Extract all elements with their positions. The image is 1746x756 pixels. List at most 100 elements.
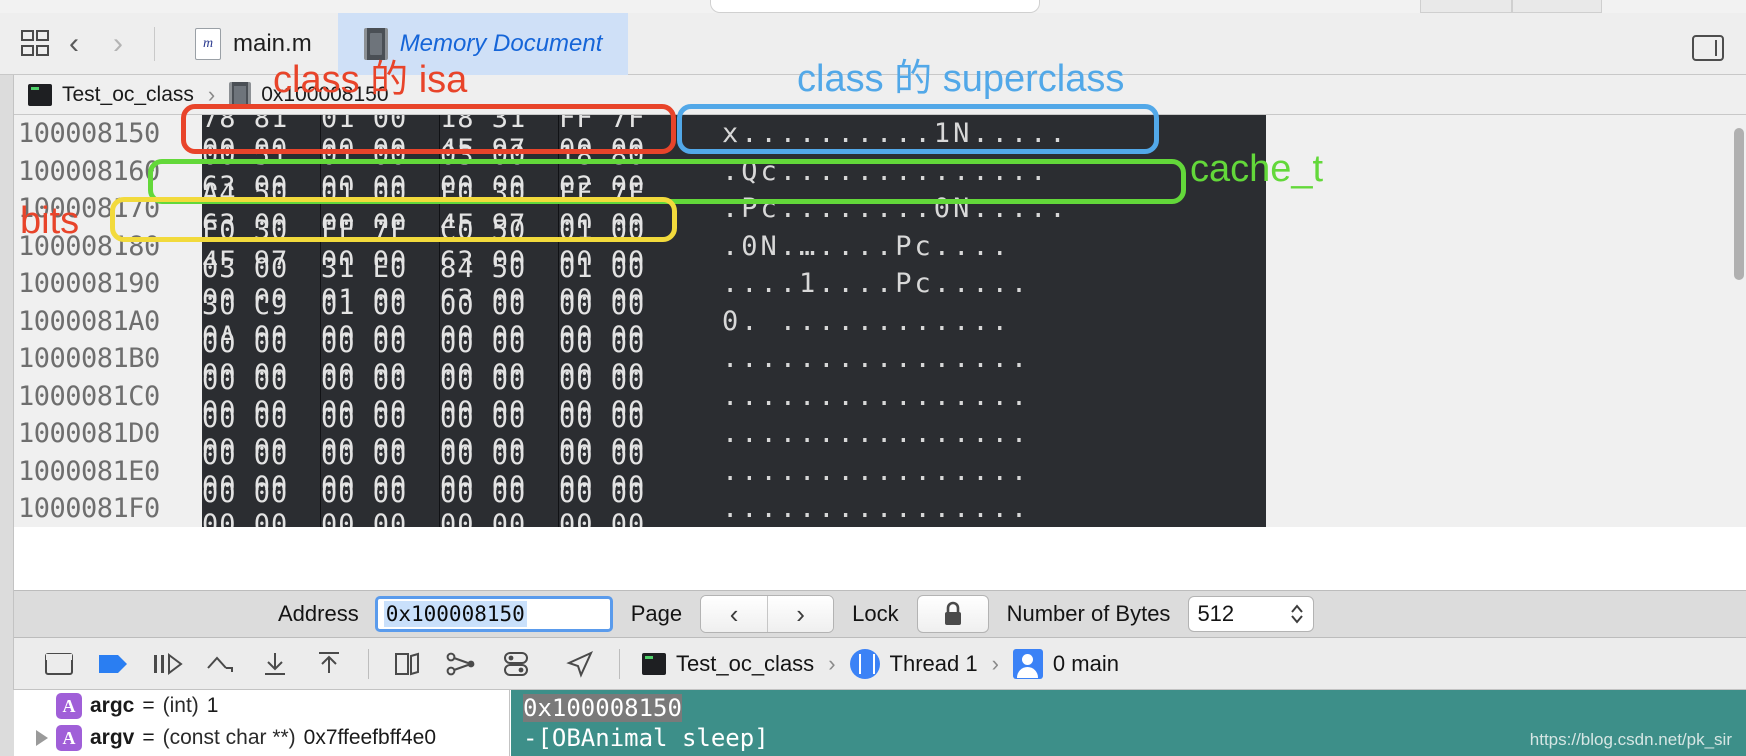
memory-chip-icon — [363, 27, 388, 60]
breadcrumb-separator: › — [828, 650, 836, 676]
console-output[interactable]: 0x100008150 -[OBAnimal sleep] https://bl… — [511, 690, 1746, 756]
memory-hex-view[interactable]: 100008150 78 81 00 00 01 00 00 00 18 31 4E … — [14, 115, 1746, 527]
hex-row-ascii: .0N.…....Pc.... — [678, 227, 1266, 265]
hex-view-scrollbar[interactable] — [1734, 128, 1744, 280]
objc-file-icon: m — [195, 27, 221, 60]
console-line-1: 0x100008150 — [523, 694, 682, 722]
variable-name: argc — [90, 694, 135, 717]
variable-value: 0x7ffeefbff4e0 — [303, 726, 437, 749]
step-down-icon[interactable] — [248, 644, 302, 684]
hex-row-address: 1000081D0 — [14, 415, 202, 453]
window-top-strip — [0, 0, 1746, 13]
debug-thread-label[interactable]: Thread 1 — [890, 651, 978, 677]
hex-row-ascii: ................ — [678, 377, 1266, 415]
lock-icon — [944, 601, 961, 625]
stack-frame-icon — [1012, 648, 1043, 679]
address-input[interactable]: 0x100008150 — [374, 596, 613, 632]
back-arrow-icon[interactable]: ‹ — [52, 24, 96, 64]
hex-row-address: 100008180 — [14, 227, 202, 265]
location-simulate-icon[interactable] — [553, 644, 607, 684]
hex-row-ascii: ................ — [678, 415, 1266, 453]
grid-view-icon[interactable] — [18, 27, 52, 61]
toolbar-segment-left[interactable] — [1420, 0, 1512, 13]
variable-value: 1 — [206, 694, 219, 717]
debug-process-label[interactable]: Test_oc_class — [676, 651, 814, 677]
hex-row-address: 1000081A0 — [14, 302, 202, 340]
hex-row-ascii: .Pc........0N..... — [678, 190, 1266, 228]
debug-frame-label[interactable]: 0 main — [1053, 651, 1119, 677]
toolbar-divider — [368, 648, 369, 679]
lock-label: Lock — [852, 601, 899, 626]
jump-bar-breadcrumb: Test_oc_class › 0x100008150 — [14, 75, 1746, 115]
tab-main-m[interactable]: m main.m — [169, 13, 338, 75]
number-of-bytes-label: Number of Bytes — [1006, 601, 1171, 626]
variables-view[interactable]: Aargc = (int) 1 Aargv = (const char **) 0x7ffee… — [14, 690, 510, 756]
breadcrumb-separator: › — [991, 650, 999, 676]
lock-button[interactable] — [916, 595, 989, 633]
memory-controls-bar: Address 0x100008150 Page ‹ › Lock Number… — [14, 590, 1746, 638]
page-prev-button[interactable]: ‹ — [701, 596, 768, 632]
hex-byte-group[interactable]: 00 00 00 00 — [321, 478, 440, 527]
breadcrumb-project[interactable]: Test_oc_class — [62, 83, 194, 107]
memory-graph-icon[interactable] — [435, 644, 489, 684]
hex-byte-group[interactable]: 00 00 00 00 — [440, 478, 559, 527]
variables-gutter — [0, 690, 14, 756]
hex-row-ascii: x..........1N..... — [678, 115, 1266, 153]
hex-row-address: 100008190 — [14, 265, 202, 303]
hex-byte-group[interactable]: 00 00 00 00 — [559, 478, 678, 527]
debug-breadcrumb: Test_oc_class › Thread 1 › 0 main — [642, 648, 1119, 679]
toolbar-divider — [154, 26, 155, 61]
page-next-button[interactable]: › — [767, 596, 834, 632]
hex-row[interactable]: 1000081F0 00 00 00 00 00 00 00 00 00 00 00 … — [14, 478, 1746, 527]
hex-row-ascii: ....1....Pc..... — [678, 265, 1266, 303]
hex-row-address: 100008170 — [14, 190, 202, 228]
number-of-bytes-input[interactable]: 512 — [1188, 596, 1315, 632]
step-out-icon[interactable] — [302, 644, 356, 684]
tab-label: main.m — [233, 29, 312, 57]
page-label: Page — [630, 601, 683, 626]
variable-type: (const char **) — [162, 726, 296, 749]
number-of-bytes-value: 512 — [1197, 601, 1235, 626]
hide-debug-area-icon[interactable] — [32, 644, 86, 684]
hex-row-address: 100008150 — [14, 115, 202, 153]
hex-row-ascii: ................ — [678, 490, 1266, 527]
editor-tab-bar: ‹ › m main.m Memory Document — [0, 12, 1746, 75]
hex-row-address: 1000081B0 — [14, 340, 202, 378]
variable-equals: = — [142, 694, 155, 717]
hex-row-address: 1000081F0 — [14, 490, 202, 527]
variable-equals: = — [142, 726, 155, 749]
debug-toolbar: Test_oc_class › Thread 1 › 0 main — [14, 638, 1746, 690]
view-hierarchy-icon[interactable] — [381, 644, 435, 684]
window-notch — [710, 0, 1040, 13]
updown-chevron-icon — [1291, 604, 1304, 624]
address-input-value: 0x100008150 — [383, 601, 527, 627]
watermark: https://blog.csdn.net/pk_sir — [1529, 730, 1732, 749]
left-rail-gutter — [0, 13, 14, 756]
memory-chip-icon — [229, 81, 252, 108]
project-icon — [28, 83, 52, 106]
forward-arrow-icon[interactable]: › — [96, 24, 140, 64]
step-into-icon[interactable] — [194, 644, 248, 684]
process-icon — [642, 652, 666, 675]
environment-overrides-icon[interactable] — [489, 644, 543, 684]
variable-type: (int) — [162, 694, 199, 717]
hex-row-address: 1000081C0 — [14, 377, 202, 415]
toolbar-divider — [619, 648, 620, 679]
page-stepper[interactable]: ‹ › — [700, 595, 835, 633]
hex-row-ascii: ................ — [678, 452, 1266, 490]
variable-kind-badge: A — [56, 693, 82, 719]
hex-byte-group[interactable]: 00 00 00 00 — [202, 478, 321, 527]
variable-row[interactable]: Aargc = (int) 1 — [14, 690, 509, 722]
variable-row[interactable]: Aargv = (const char **) 0x7ffeefbff4e0 — [14, 722, 509, 754]
disclosure-triangle-icon[interactable] — [36, 730, 48, 746]
toolbar-segment-right[interactable] — [1512, 0, 1602, 13]
hex-row-ascii: ................ — [678, 340, 1266, 378]
continue-icon[interactable] — [86, 644, 140, 684]
thread-icon — [849, 648, 880, 679]
variable-kind-badge: A — [56, 725, 82, 751]
step-over-icon[interactable] — [140, 644, 194, 684]
toggle-inspector-icon[interactable] — [1692, 35, 1724, 61]
hex-row-bytes[interactable]: 00 00 00 00 00 00 00 00 00 00 00 00 00 00 0… — [202, 478, 678, 527]
tab-memory-document[interactable]: Memory Document — [337, 12, 629, 75]
breadcrumb-address[interactable]: 0x100008150 — [261, 83, 388, 107]
